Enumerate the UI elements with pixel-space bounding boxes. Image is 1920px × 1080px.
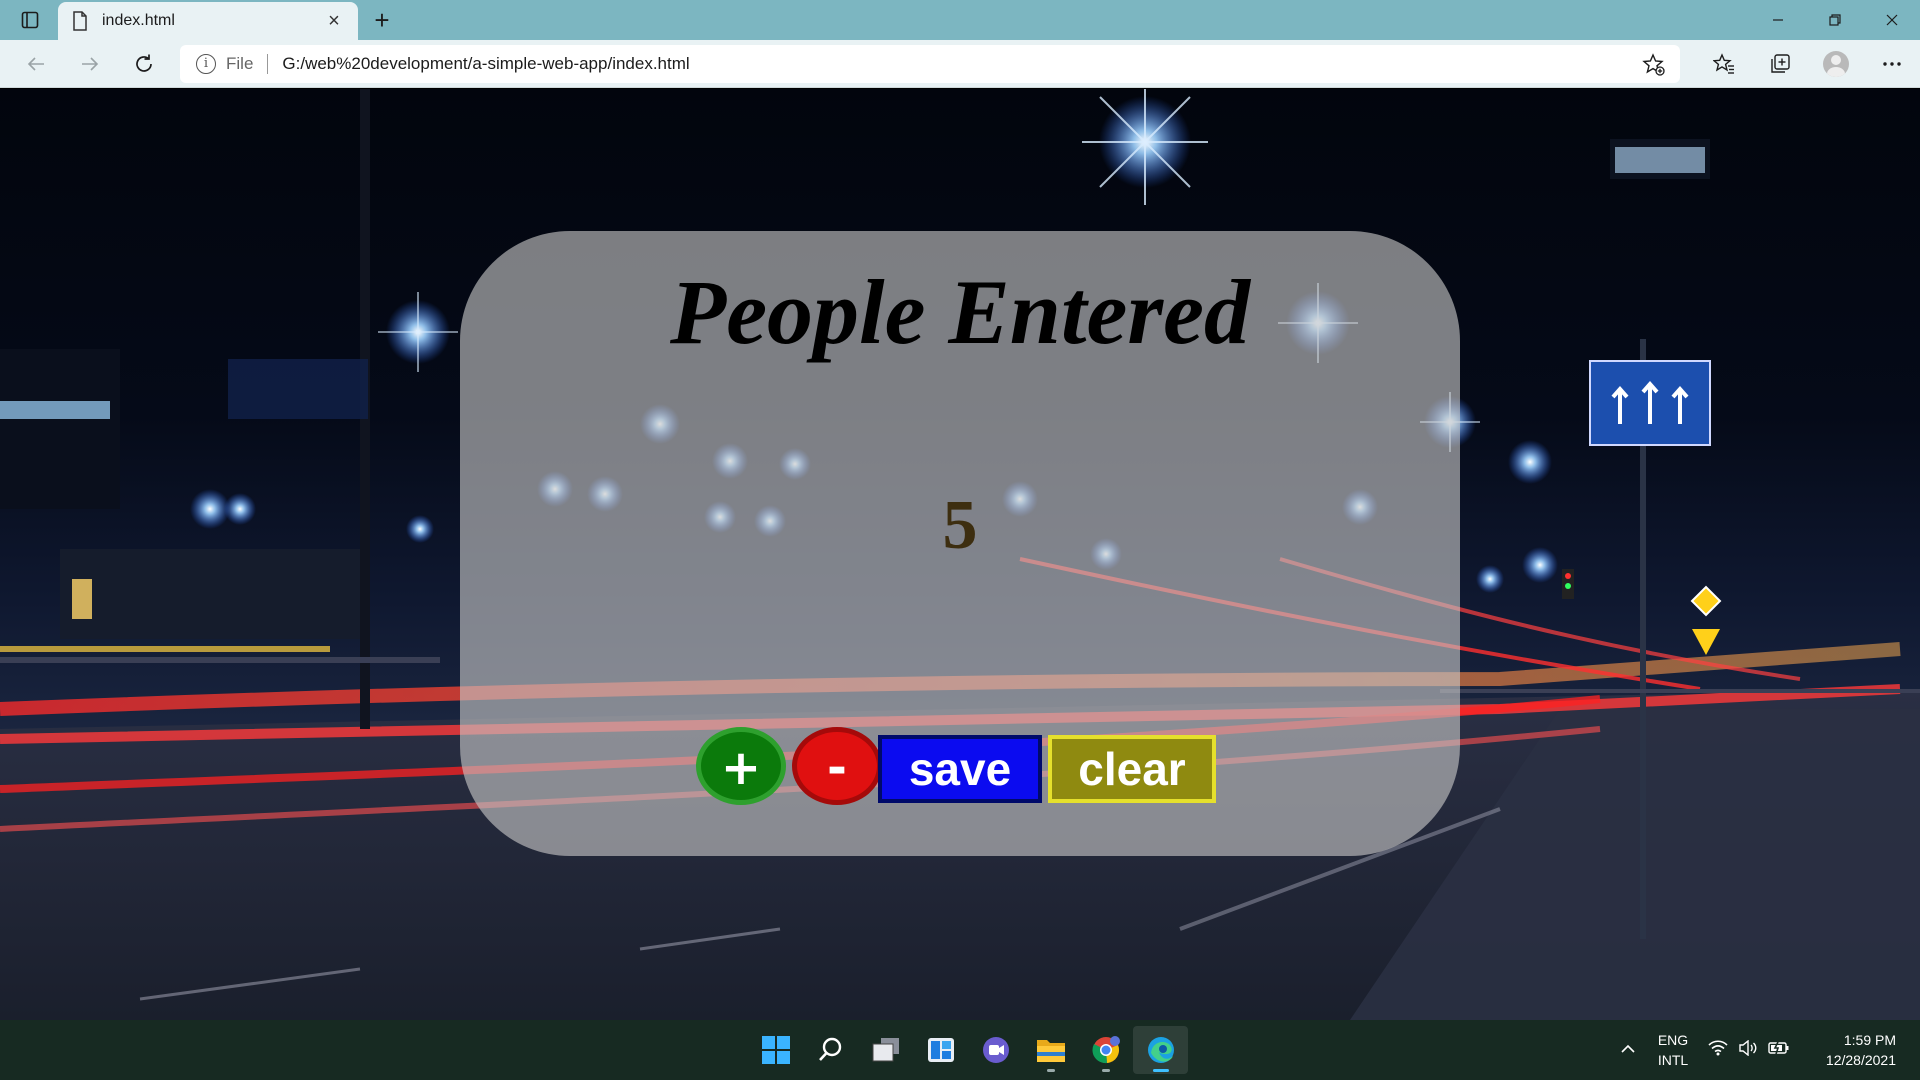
- clock-date: 12/28/2021: [1825, 1052, 1896, 1068]
- volume-icon[interactable]: [1738, 1039, 1758, 1061]
- info-icon[interactable]: i: [196, 54, 216, 74]
- windows-taskbar: ENG INTL 1:59 PM 12/28/2021: [0, 1020, 1920, 1080]
- avatar: [1823, 51, 1849, 77]
- show-hidden-icons-icon[interactable]: [1608, 1041, 1648, 1059]
- start-icon[interactable]: [748, 1026, 803, 1074]
- refresh-icon[interactable]: [126, 46, 162, 82]
- window-controls: [1749, 0, 1920, 40]
- back-icon[interactable]: [18, 46, 54, 82]
- taskbar-apps: [748, 1026, 1188, 1074]
- save-button[interactable]: save: [878, 735, 1042, 803]
- teams-chat-icon[interactable]: [968, 1026, 1023, 1074]
- wifi-icon[interactable]: [1708, 1039, 1728, 1061]
- forward-icon[interactable]: [72, 46, 108, 82]
- collections-icon[interactable]: [1752, 40, 1808, 88]
- language-code: ENG: [1657, 1032, 1689, 1048]
- address-bar[interactable]: i File G:/web%20development/a-simple-web…: [180, 45, 1680, 83]
- browser-titlebar: index.html × +: [0, 0, 1920, 40]
- clear-button[interactable]: clear: [1048, 735, 1216, 803]
- new-tab-button[interactable]: +: [368, 6, 396, 34]
- battery-charging-icon[interactable]: [1768, 1040, 1790, 1061]
- tab-actions-icon[interactable]: [18, 8, 42, 32]
- minimize-icon[interactable]: [1749, 0, 1806, 40]
- running-indicator: [1102, 1069, 1110, 1072]
- close-window-icon[interactable]: [1863, 0, 1920, 40]
- address-url[interactable]: G:/web%20development/a-simple-web-app/in…: [282, 54, 689, 74]
- more-options-icon[interactable]: [1864, 40, 1920, 88]
- people-count: 5: [942, 487, 978, 564]
- chrome-icon[interactable]: [1078, 1026, 1133, 1074]
- decrement-button[interactable]: -: [792, 727, 882, 805]
- address-separator: [267, 54, 269, 74]
- file-explorer-icon[interactable]: [1023, 1026, 1078, 1074]
- tab-title: index.html: [102, 12, 175, 29]
- add-favorite-icon[interactable]: [1642, 53, 1666, 77]
- restore-icon[interactable]: [1806, 0, 1863, 40]
- keyboard-layout: INTL: [1657, 1052, 1689, 1068]
- edge-icon[interactable]: [1133, 1026, 1188, 1074]
- profile-icon[interactable]: [1808, 40, 1864, 88]
- search-icon[interactable]: [803, 1026, 858, 1074]
- counter-card: People Entered 5 + - save clear: [460, 231, 1460, 856]
- system-tray: ENG INTL 1:59 PM 12/28/2021: [1608, 1020, 1920, 1080]
- browser-toolbar: i File G:/web%20development/a-simple-web…: [0, 40, 1920, 88]
- clock[interactable]: 1:59 PM 12/28/2021: [1806, 1030, 1896, 1070]
- language-indicator[interactable]: ENG INTL: [1648, 1030, 1698, 1070]
- widgets-icon[interactable]: [913, 1026, 968, 1074]
- running-indicator: [1047, 1069, 1055, 1072]
- favorites-icon[interactable]: [1696, 40, 1752, 88]
- task-view-icon[interactable]: [858, 1026, 913, 1074]
- page-viewport: People Entered 5 + - save clear: [0, 89, 1920, 1020]
- address-scheme-label: File: [226, 54, 254, 73]
- clock-time: 1:59 PM: [1843, 1032, 1896, 1048]
- close-tab-icon[interactable]: ×: [324, 11, 344, 31]
- document-icon: [73, 11, 87, 31]
- running-indicator: [1153, 1069, 1169, 1072]
- page-title: People Entered: [670, 261, 1250, 363]
- increment-button[interactable]: +: [696, 727, 786, 805]
- tab-active[interactable]: index.html ×: [58, 2, 358, 40]
